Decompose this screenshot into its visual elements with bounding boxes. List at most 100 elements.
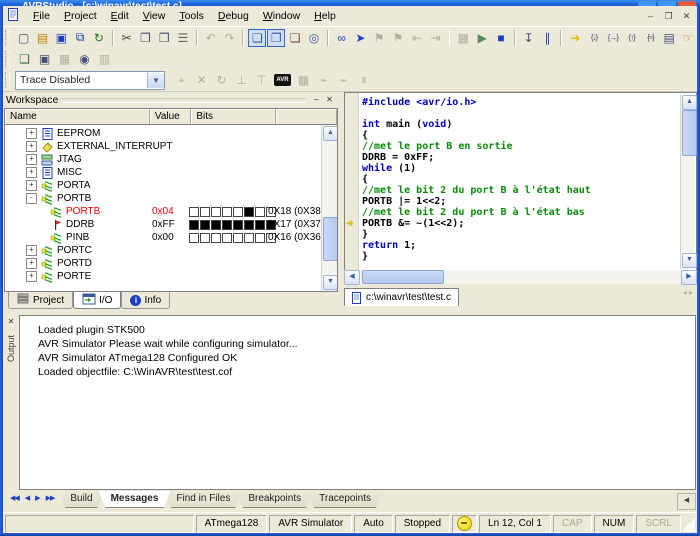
new-window-button[interactable]: ❏ xyxy=(286,29,304,47)
workspace-close-button[interactable]: ✕ xyxy=(323,94,336,106)
code-editor[interactable]: ➜ #include <avr/io.h> int main (void){//… xyxy=(344,92,697,271)
watch-window-button[interactable]: ❏ xyxy=(15,50,34,68)
editor-document-tab[interactable]: c:\winavr\test\test.c xyxy=(344,288,459,306)
output-log[interactable]: Loaded plugin STK500AVR Simulator Please… xyxy=(19,315,696,490)
output-close-button[interactable]: ✕ xyxy=(4,315,18,329)
io-register-tree[interactable]: +EEPROM+EXTERNAL_INTERRUPT+JTAG+MISC+POR… xyxy=(4,124,338,292)
menu-view[interactable]: View xyxy=(136,8,173,24)
toggle-workspace-button[interactable]: ❏ xyxy=(248,29,266,47)
bit-checkbox-6[interactable] xyxy=(200,220,210,230)
bit-checkbox-1[interactable] xyxy=(255,233,265,243)
editor-vscroll-thumb[interactable] xyxy=(682,110,697,156)
bit-checkbox-2[interactable] xyxy=(244,233,254,243)
reload-button[interactable]: ↻ xyxy=(90,29,108,47)
expand-icon[interactable]: + xyxy=(26,258,37,269)
print-button[interactable]: ☰ xyxy=(174,29,192,47)
editor-hscrollbar[interactable]: ◀ ▶ xyxy=(344,270,697,284)
tree-row-ddrb[interactable]: DDRB0xFF0X17 (0X37) xyxy=(6,218,320,231)
bit-checkbox-3[interactable] xyxy=(233,207,243,217)
collapse-icon[interactable]: - xyxy=(26,193,37,204)
scroll-down-icon[interactable]: ▼ xyxy=(682,253,697,268)
bit-checkbox-3[interactable] xyxy=(233,220,243,230)
run-to-cursor-button[interactable]: ➜ xyxy=(566,29,584,47)
bit-checkbox-2[interactable] xyxy=(244,207,254,217)
bit-checkbox-4[interactable] xyxy=(222,220,232,230)
find-in-files-button[interactable]: ◎ xyxy=(305,29,323,47)
tree-row-pinb[interactable]: PINB0x000X16 (0X36) xyxy=(6,231,320,244)
bit-checkbox-3[interactable] xyxy=(233,233,243,243)
mdi-close-button[interactable]: ✕ xyxy=(679,10,694,23)
cut-button[interactable]: ✂ xyxy=(118,29,136,47)
scroll-left-icon[interactable]: ◀ xyxy=(344,270,360,285)
tree-row-porta[interactable]: +PORTA xyxy=(6,179,320,192)
step-out-button[interactable]: {↑} xyxy=(623,29,641,47)
tab-project[interactable]: Project xyxy=(8,292,73,309)
tree-row-portd[interactable]: +PORTD xyxy=(6,257,320,270)
menu-window[interactable]: Window xyxy=(256,8,307,24)
save-file-button[interactable]: ▣ xyxy=(52,29,70,47)
expand-icon[interactable]: + xyxy=(26,154,37,165)
bit-checkbox-4[interactable] xyxy=(222,207,232,217)
bit-checkbox-5[interactable] xyxy=(211,220,221,230)
scroll-up-icon[interactable]: ▲ xyxy=(323,126,338,141)
tree-row-portc[interactable]: +PORTC xyxy=(6,244,320,257)
expand-icon[interactable]: + xyxy=(26,141,37,152)
tree-row-eeprom[interactable]: +EEPROM xyxy=(6,127,320,140)
tree-row-external_interrupt[interactable]: +EXTERNAL_INTERRUPT xyxy=(6,140,320,153)
editor-vscrollbar[interactable]: ▲ ▼ xyxy=(680,94,695,269)
step-over-button[interactable]: {→} xyxy=(604,29,622,47)
bit-checkbox-6[interactable] xyxy=(200,233,210,243)
menu-help[interactable]: Help xyxy=(307,8,343,24)
mdi-restore-button[interactable]: ❐ xyxy=(661,10,676,23)
menu-debug[interactable]: Debug xyxy=(211,8,256,24)
find-next-button[interactable]: ➤ xyxy=(352,29,370,47)
copy-button[interactable]: ❐ xyxy=(137,29,155,47)
trace-window-button[interactable]: ▣ xyxy=(35,50,54,68)
bit-checkbox-2[interactable] xyxy=(244,220,254,230)
expand-icon[interactable]: + xyxy=(26,167,37,178)
scroll-down-icon[interactable]: ▼ xyxy=(323,275,338,290)
peripheral-view-button[interactable]: ◉ xyxy=(75,50,94,68)
bit-checkbox-7[interactable] xyxy=(189,207,199,217)
toolbar-grip[interactable] xyxy=(5,30,10,46)
open-file-button[interactable]: ▤ xyxy=(34,29,52,47)
tab-breakpoints[interactable]: Breakpoints xyxy=(236,491,313,508)
bit-checkbox-4[interactable] xyxy=(222,233,232,243)
tree-row-porte[interactable]: +PORTE xyxy=(6,270,320,283)
expand-icon[interactable]: + xyxy=(26,271,37,282)
menu-edit[interactable]: Edit xyxy=(104,8,136,24)
workspace-grip[interactable] xyxy=(62,98,306,103)
tab-info[interactable]: iInfo xyxy=(121,292,170,309)
bit-checkbox-1[interactable] xyxy=(255,220,265,230)
tab-scroll-icons[interactable]: ◂ ▸ xyxy=(683,288,697,297)
paste-button[interactable]: ❒ xyxy=(155,29,173,47)
bit-checkbox-7[interactable] xyxy=(189,220,199,230)
code-text[interactable]: #include <avr/io.h> int main (void){//me… xyxy=(362,97,680,270)
menu-tools[interactable]: Tools xyxy=(172,8,211,24)
tab-prev-icon[interactable]: ◀ xyxy=(23,494,31,502)
column-header-value[interactable]: Value xyxy=(150,109,191,124)
bit-checkbox-5[interactable] xyxy=(211,233,221,243)
disassembler-button[interactable]: ▤ xyxy=(660,29,678,47)
toolbar-grip[interactable] xyxy=(5,72,10,88)
pause-button[interactable]: ∥ xyxy=(539,29,557,47)
scroll-up-icon[interactable]: ▲ xyxy=(682,95,697,110)
workspace-menu-button[interactable]: – xyxy=(310,94,323,106)
tab-next-icon[interactable]: ▶ xyxy=(33,494,41,502)
tab-find-in-files[interactable]: Find in Files xyxy=(164,491,242,508)
scroll-right-icon[interactable]: ▶ xyxy=(681,270,697,285)
trace-mode-select[interactable]: Trace Disabled ▼ xyxy=(15,71,165,90)
document-icon[interactable] xyxy=(7,8,20,25)
menu-project[interactable]: Project xyxy=(57,8,104,24)
save-all-button[interactable]: ⧉ xyxy=(71,29,89,47)
tree-row-misc[interactable]: +MISC xyxy=(6,166,320,179)
chevron-down-icon[interactable]: ▼ xyxy=(147,73,164,88)
bit-checkbox-7[interactable] xyxy=(189,233,199,243)
tab-overflow-button[interactable]: ◀ xyxy=(677,493,696,510)
step-into-button[interactable]: {↓} xyxy=(585,29,603,47)
drag-hand-button[interactable]: ☞ xyxy=(679,29,697,47)
avr-device-button[interactable]: AVR xyxy=(274,74,291,86)
tab-io[interactable]: I/O xyxy=(73,292,121,309)
resize-grip[interactable] xyxy=(683,516,695,532)
tab-messages[interactable]: Messages xyxy=(99,491,171,508)
